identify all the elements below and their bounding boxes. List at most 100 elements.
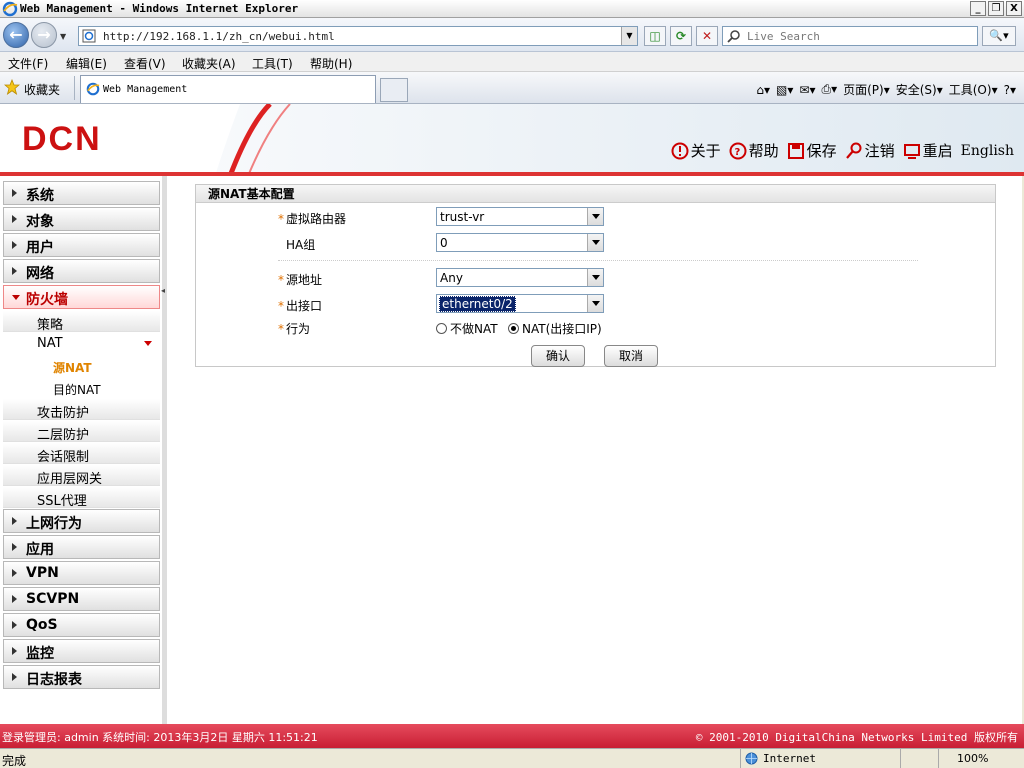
sidebar-item-log[interactable]: 日志报表 [3, 665, 160, 689]
chevron-right-icon [12, 647, 17, 655]
sidebar-subitem-policy[interactable]: 策略 [3, 311, 160, 333]
english-link[interactable]: English [961, 143, 1014, 159]
back-button[interactable]: ← [3, 22, 29, 48]
menu-file[interactable]: 文件(F) [8, 55, 48, 72]
menu-help[interactable]: 帮助(H) [310, 55, 352, 72]
security-zone[interactable]: Internet [740, 749, 900, 768]
sidebar-item-object[interactable]: 对象 [3, 207, 160, 231]
menu-favorites[interactable]: 收藏夹(A) [182, 55, 236, 72]
chevron-down-icon[interactable] [587, 295, 603, 312]
tools-menu[interactable]: 工具(O)▾ [949, 81, 998, 98]
logout-link[interactable]: 注销 [845, 140, 895, 161]
chevron-right-icon [12, 189, 17, 197]
menu-edit[interactable]: 编辑(E) [66, 55, 107, 72]
confirm-button[interactable]: 确认 [531, 345, 585, 367]
stop-icon[interactable]: ✕ [696, 26, 718, 46]
page-menu[interactable]: 页面(P)▾ [843, 81, 890, 98]
status-text: 完成 [2, 754, 27, 768]
restart-link[interactable]: 重启 [903, 140, 953, 161]
home-icon[interactable]: ⌂▾ [756, 83, 770, 97]
sidebar-item-network[interactable]: 网络 [3, 259, 160, 283]
favorites-star-icon[interactable] [4, 79, 20, 95]
sidebar-subitem-l2[interactable]: 二层防护 [3, 421, 160, 443]
tab-title: Web Management [103, 84, 188, 95]
menu-tools[interactable]: 工具(T) [252, 55, 293, 72]
egress-interface-select[interactable]: ethernet0/2 [436, 294, 604, 313]
form-row-vrouter: * 虚拟路由器 trust-vr [196, 207, 995, 227]
address-toolbar: ← → ▼ http://192.168.1.1/zh_cn/webui.htm… [0, 18, 1024, 52]
app-header: DCN 关于 ? 帮助 保存 注销 重启 English [0, 104, 1024, 176]
zoom-control[interactable]: 100% [938, 749, 1024, 768]
cancel-button[interactable]: 取消 [604, 345, 658, 367]
sidebar-item-qos[interactable]: QoS [3, 613, 160, 637]
chevron-down-icon [144, 341, 152, 346]
vrouter-label: 虚拟路由器 [286, 212, 347, 226]
maximize-button[interactable]: ❐ [988, 1, 1004, 16]
form-row-egress: * 出接口 ethernet0/2 [196, 294, 995, 314]
radio-no-nat[interactable]: 不做NAT [436, 320, 498, 337]
chevron-down-icon[interactable] [587, 234, 603, 251]
sidebar-item-user[interactable]: 用户 [3, 233, 160, 257]
info-icon [671, 142, 689, 159]
sidebar-subitem-session[interactable]: 会话限制 [3, 443, 160, 465]
help-link[interactable]: ? 帮助 [729, 140, 779, 161]
sidebar-item-firewall[interactable]: 防火墙 [3, 285, 160, 309]
sidebar-subitem-snat[interactable]: 源NAT [3, 356, 160, 376]
egress-label: 出接口 [286, 299, 323, 313]
minimize-button[interactable]: _ [970, 1, 986, 16]
help-icon[interactable]: ?▾ [1004, 83, 1016, 97]
chevron-down-icon[interactable] [587, 269, 603, 286]
search-input[interactable]: Live Search [722, 26, 978, 46]
chevron-down-icon [12, 295, 20, 300]
close-button[interactable]: X [1006, 1, 1022, 16]
source-label: 源地址 [286, 273, 323, 287]
sidebar-item-app[interactable]: 应用 [3, 535, 160, 559]
radio-button[interactable] [436, 323, 447, 334]
search-go-button[interactable]: 🔍▾ [982, 26, 1016, 46]
sidebar-subitem-nat[interactable]: NAT [3, 333, 160, 354]
radio-nat-egress-ip[interactable]: NAT(出接口IP) [508, 320, 602, 337]
required-marker: * [278, 299, 284, 313]
sidebar-item-vpn[interactable]: VPN [3, 561, 160, 585]
sidebar-subitem-alg[interactable]: 应用层网关 [3, 465, 160, 487]
menu-view[interactable]: 查看(V) [124, 55, 166, 72]
new-tab-button[interactable] [380, 78, 408, 102]
top-navigation: 关于 ? 帮助 保存 注销 重启 English [671, 140, 1014, 161]
history-dropdown-icon[interactable]: ▼ [60, 32, 66, 41]
radio-button-selected[interactable] [508, 323, 519, 334]
browser-tab[interactable]: Web Management [80, 75, 376, 103]
sidebar-item-behavior[interactable]: 上网行为 [3, 509, 160, 533]
protected-mode-icon[interactable] [900, 749, 936, 768]
vrouter-select[interactable]: trust-vr [436, 207, 604, 226]
feeds-icon[interactable]: ▧▾ [776, 83, 793, 97]
login-status: 登录管理员: admin 系统时间: 2013年3月2日 星期六 11:51:2… [2, 731, 318, 744]
globe-icon [745, 752, 758, 765]
forward-button[interactable]: → [31, 22, 57, 48]
about-link[interactable]: 关于 [671, 140, 721, 161]
save-link[interactable]: 保存 [787, 140, 837, 161]
sidebar-subitem-attack[interactable]: 攻击防护 [3, 399, 160, 421]
compatibility-icon[interactable]: ◫ [644, 26, 666, 46]
print-icon[interactable]: ⎙▾ [821, 82, 837, 97]
chevron-right-icon [12, 241, 17, 249]
sidebar-item-monitor[interactable]: 监控 [3, 639, 160, 663]
refresh-icon[interactable]: ⟳ [670, 26, 692, 46]
source-address-select[interactable]: Any [436, 268, 604, 287]
sidebar-item-scvpn[interactable]: SCVPN [3, 587, 160, 611]
action-label: 行为 [286, 322, 311, 336]
panel-title: 源NAT基本配置 [196, 185, 995, 203]
chevron-down-icon[interactable] [587, 208, 603, 225]
favorites-label[interactable]: 收藏夹 [24, 81, 60, 98]
window-title: Web Management - Windows Internet Explor… [20, 2, 299, 15]
command-bar: ⌂▾ ▧▾ ✉▾ ⎙▾ 页面(P)▾ 安全(S)▾ 工具(O)▾ ?▾ [756, 81, 1016, 98]
sidebar-subitem-ssl[interactable]: SSL代理 [3, 487, 160, 509]
address-dropdown-icon[interactable]: ▼ [621, 27, 637, 45]
ha-group-select[interactable]: 0 [436, 233, 604, 252]
sidebar-item-system[interactable]: 系统 [3, 181, 160, 205]
safety-menu[interactable]: 安全(S)▾ [896, 81, 943, 98]
address-url[interactable]: http://192.168.1.1/zh_cn/webui.html [103, 30, 335, 43]
mail-icon[interactable]: ✉▾ [799, 83, 815, 97]
form-row-action: * 行为 不做NAT NAT(出接口IP) [196, 317, 995, 337]
sidebar-subitem-dnat[interactable]: 目的NAT [3, 378, 160, 398]
address-field[interactable]: http://192.168.1.1/zh_cn/webui.html ▼ [78, 26, 638, 46]
